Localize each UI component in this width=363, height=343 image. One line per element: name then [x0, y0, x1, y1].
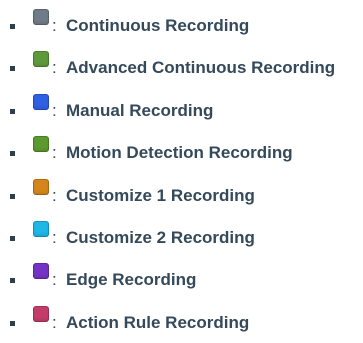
bullet-icon [10, 278, 15, 284]
bullet-icon [10, 66, 15, 72]
recording-type-legend: : Continuous Recording : Advanced Contin… [0, 4, 363, 343]
bullet-icon [10, 193, 15, 199]
separator: : [52, 270, 57, 290]
legend-label: Edge Recording [66, 270, 197, 290]
legend-label: Continuous Recording [66, 16, 250, 35]
legend-item-action-rule-recording: : Action Rule Recording [0, 301, 363, 343]
bullet-icon [10, 320, 15, 326]
bullet-icon [10, 235, 15, 241]
legend-label: Motion Detection Recording [66, 143, 293, 163]
separator: : [52, 227, 57, 247]
separator: : [52, 312, 57, 332]
legend-label: Customize 2 Recording [66, 227, 255, 247]
customize-1-recording-swatch-icon [33, 178, 49, 195]
legend-label: Manual Recording [66, 100, 214, 120]
manual-recording-swatch-icon [33, 93, 49, 110]
separator: : [52, 100, 57, 120]
legend-item-manual-recording: : Manual Recording [0, 89, 363, 131]
advanced-continuous-recording-swatch-icon [33, 51, 49, 68]
bullet-icon [10, 108, 15, 114]
action-rule-recording-swatch-icon [33, 305, 49, 322]
edge-recording-swatch-icon [33, 263, 49, 280]
separator: : [52, 58, 57, 78]
legend-item-edge-recording: : Edge Recording [0, 258, 363, 300]
customize-2-recording-swatch-icon [33, 220, 49, 237]
separator: : [52, 16, 57, 35]
legend-label: Action Rule Recording [66, 312, 250, 332]
motion-detection-recording-swatch-icon [33, 136, 49, 153]
separator: : [52, 143, 57, 163]
legend-item-customize-1-recording: : Customize 1 Recording [0, 174, 363, 216]
bullet-icon [10, 24, 15, 29]
legend-item-advanced-continuous-recording: : Advanced Continuous Recording [0, 46, 363, 88]
legend-item-motion-detection-recording: : Motion Detection Recording [0, 131, 363, 173]
legend-label: Advanced Continuous Recording [66, 58, 336, 78]
separator: : [52, 185, 57, 205]
legend-item-customize-2-recording: : Customize 2 Recording [0, 216, 363, 258]
legend-item-continuous-recording: : Continuous Recording [0, 4, 363, 46]
legend-label: Customize 1 Recording [66, 185, 255, 205]
bullet-icon [10, 151, 15, 157]
continuous-recording-swatch-icon [33, 9, 49, 25]
